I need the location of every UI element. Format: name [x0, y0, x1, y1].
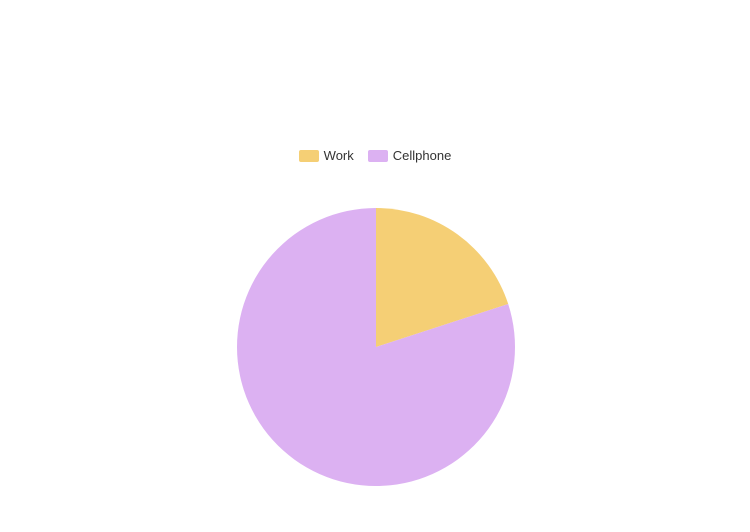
pie-svg: [237, 208, 515, 487]
pie-chart: Work Cellphone: [0, 0, 750, 532]
